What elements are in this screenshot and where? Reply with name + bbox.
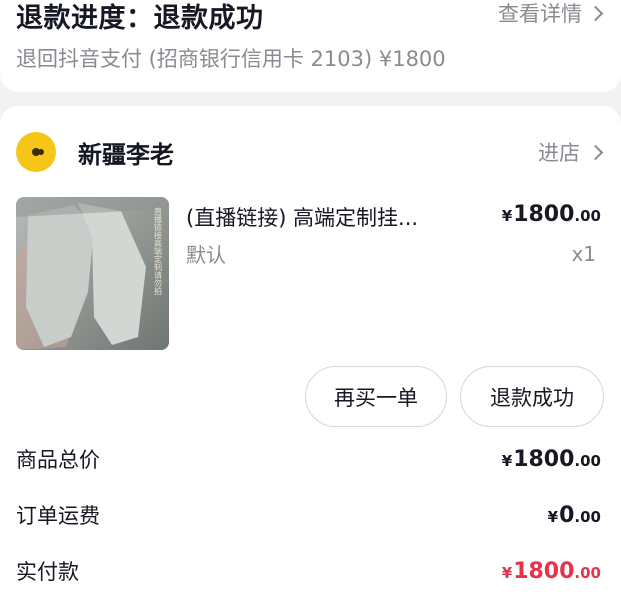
view-detail-label: 查看详情 bbox=[498, 2, 582, 26]
shop-name[interactable]: 新疆李老 bbox=[78, 135, 174, 170]
refund-status-title: 退款进度：退款成功 bbox=[16, 3, 264, 34]
enter-shop-link[interactable]: 进店 bbox=[538, 137, 604, 167]
total-price-value: ¥1800.00 bbox=[501, 446, 601, 472]
total-price-label: 商品总价 bbox=[16, 448, 100, 472]
refund-progress-card: 退款进度：退款成功 查看详情 退回抖音支付 (招商银行信用卡 2103) ¥18… bbox=[0, 0, 621, 92]
product-title[interactable]: (直播链接) 高端定制挂... bbox=[186, 202, 466, 232]
rebuy-button[interactable]: 再买一单 bbox=[305, 366, 447, 427]
refund-success-button[interactable]: 退款成功 bbox=[460, 366, 604, 427]
product-price: ¥1800.00 bbox=[501, 202, 601, 227]
enter-shop-label: 进店 bbox=[538, 141, 580, 165]
product-spec: 默认 bbox=[186, 243, 226, 267]
chevron-right-icon bbox=[587, 5, 604, 21]
chevron-right-icon bbox=[587, 144, 604, 160]
order-card: 新疆李老 进店 直播链接高端定制请勿拍 (直播链接) 高端定制挂... 默认 ¥… bbox=[0, 106, 621, 597]
amount-paid-value: ¥1800.00 bbox=[501, 558, 601, 584]
amount-paid-row: 实付款 ¥1800.00 bbox=[16, 556, 601, 586]
image-watermark-text: 直播链接高端定制请勿拍 bbox=[154, 206, 163, 296]
view-detail-link[interactable]: 查看详情 bbox=[498, 0, 604, 28]
amount-paid-label: 实付款 bbox=[16, 560, 79, 584]
shop-avatar[interactable] bbox=[16, 132, 56, 172]
shop-header: 新疆李老 进店 bbox=[16, 132, 604, 172]
shipping-fee-label: 订单运费 bbox=[16, 504, 100, 528]
total-price-row: 商品总价 ¥1800.00 bbox=[16, 444, 601, 474]
refund-destination-text: 退回抖音支付 (招商银行信用卡 2103) ¥1800 bbox=[16, 47, 446, 71]
product-quantity: x1 bbox=[571, 242, 596, 266]
shipping-fee-value: ¥0.00 bbox=[547, 502, 601, 528]
product-thumbnail[interactable]: 直播链接高端定制请勿拍 bbox=[16, 197, 169, 350]
product-photo: 直播链接高端定制请勿拍 bbox=[16, 197, 169, 350]
shop-logo-icon bbox=[32, 148, 40, 156]
shipping-fee-row: 订单运费 ¥0.00 bbox=[16, 500, 601, 530]
